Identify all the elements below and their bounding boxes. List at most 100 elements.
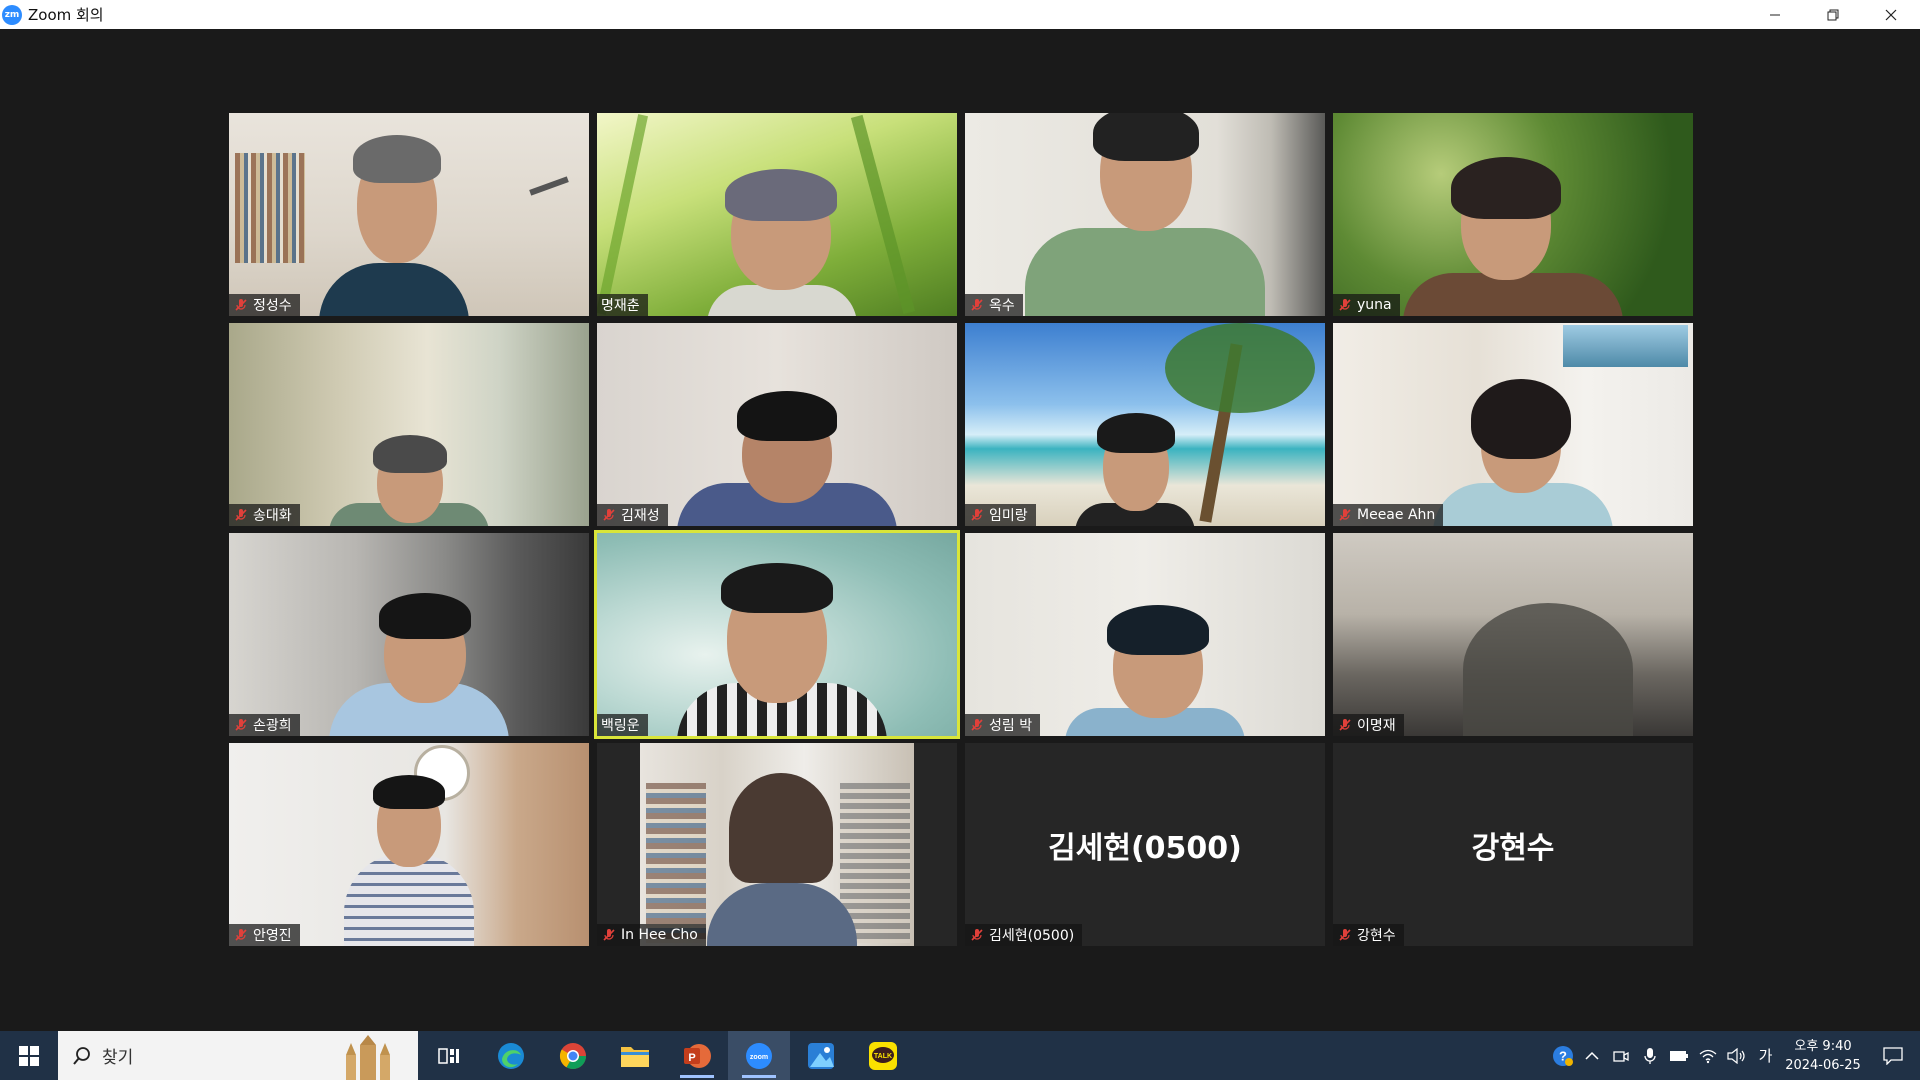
powerpoint-taskbar-button[interactable]: P	[666, 1031, 728, 1080]
camera-icon	[1612, 1050, 1629, 1062]
microphone-tray-button[interactable]	[1635, 1031, 1664, 1080]
participant-tile[interactable]: 손광희	[229, 533, 589, 736]
speaker-icon	[1726, 1047, 1745, 1064]
start-button[interactable]	[0, 1031, 58, 1080]
network-tray-button[interactable]	[1693, 1031, 1722, 1080]
participant-name: 백링운	[601, 718, 640, 734]
participant-tile[interactable]: 이명재	[1333, 533, 1693, 736]
task-view-button[interactable]	[418, 1031, 480, 1080]
windows-icon	[19, 1045, 39, 1066]
participant-name-tag: 옥수	[965, 294, 1023, 316]
participant-name-tag: 임미랑	[965, 504, 1036, 526]
taskbar-clock[interactable]: 오후 9:40 2024-06-25	[1780, 1037, 1866, 1075]
participant-name-tag: In Hee Cho	[597, 924, 706, 946]
kakaotalk-icon: TALK	[869, 1041, 897, 1070]
taskbar-search[interactable]: 찾기	[58, 1031, 418, 1080]
photos-taskbar-button[interactable]	[790, 1031, 852, 1080]
svg-text:P: P	[688, 1052, 695, 1064]
close-icon	[1885, 9, 1897, 20]
microphone-icon	[1643, 1047, 1656, 1064]
wifi-icon	[1699, 1049, 1716, 1063]
participant-name: In Hee Cho	[621, 927, 698, 943]
window-title: Zoom 회의	[28, 6, 104, 24]
participant-name: 성림 박	[989, 718, 1033, 734]
participant-name: 손광희	[253, 718, 292, 734]
participant-name: 김세현(0500)	[989, 928, 1075, 944]
participant-display-name: 강현수	[1471, 830, 1555, 866]
help-icon: ?	[1552, 1045, 1573, 1066]
participant-tile-video-off[interactable]: 강현수 강현수	[1333, 743, 1693, 946]
edge-taskbar-button[interactable]	[480, 1031, 542, 1080]
participant-name-tag: 이명재	[1333, 714, 1404, 736]
participant-tile[interactable]: 정성수	[229, 113, 589, 316]
participant-name-tag: 송대화	[229, 504, 300, 526]
participant-name: 이명재	[1357, 718, 1396, 734]
participant-tile[interactable]: 명재춘	[597, 113, 957, 316]
svg-text:zoom: zoom	[750, 1054, 768, 1061]
participant-name-tag: 명재춘	[597, 294, 648, 316]
participant-display-name: 김세현(0500)	[1048, 830, 1242, 866]
participant-tile[interactable]: yuna	[1333, 113, 1693, 316]
zoom-taskbar-button[interactable]: zoom	[728, 1031, 790, 1080]
zoom-icon: zoom	[746, 1042, 772, 1069]
mic-muted-icon	[1337, 297, 1353, 313]
participant-name-tag: 정성수	[229, 294, 300, 316]
powerpoint-icon: P	[684, 1043, 711, 1068]
mic-muted-icon	[1337, 927, 1353, 943]
notification-icon	[1883, 1046, 1903, 1065]
participant-name-tag: 강현수	[1333, 924, 1404, 946]
chevron-up-icon	[1584, 1051, 1599, 1060]
window-controls	[1746, 0, 1920, 29]
zoom-app-icon: zm	[2, 4, 22, 25]
notification-center-button[interactable]	[1866, 1031, 1920, 1080]
participant-tile[interactable]: 송대화	[229, 323, 589, 526]
participant-name: 정성수	[253, 298, 292, 314]
restore-button[interactable]	[1804, 0, 1862, 29]
participant-name: 명재춘	[601, 298, 640, 314]
participant-tile[interactable]: 김재성	[597, 323, 957, 526]
meet-now-tray-button[interactable]	[1606, 1031, 1635, 1080]
edge-icon	[498, 1042, 524, 1069]
participant-tile[interactable]: 성림 박	[965, 533, 1325, 736]
volume-tray-button[interactable]	[1722, 1031, 1751, 1080]
minimize-button[interactable]	[1746, 0, 1804, 29]
participant-tile[interactable]: 옥수	[965, 113, 1325, 316]
participant-tile-video-off[interactable]: 김세현(0500) 김세현(0500)	[965, 743, 1325, 946]
participant-name: 김재성	[621, 508, 660, 524]
participant-name-tag: 안영진	[229, 924, 300, 946]
chrome-taskbar-button[interactable]	[542, 1031, 604, 1080]
kakaotalk-taskbar-button[interactable]: TALK	[852, 1031, 914, 1080]
title-bar: zm Zoom 회의	[0, 0, 1920, 29]
mic-muted-icon	[233, 297, 249, 313]
show-hidden-icons-button[interactable]	[1577, 1031, 1606, 1080]
close-button[interactable]	[1862, 0, 1920, 29]
participant-tile[interactable]: In Hee Cho	[597, 743, 957, 946]
mic-muted-icon	[969, 927, 985, 943]
mic-muted-icon	[969, 507, 985, 523]
file-explorer-taskbar-button[interactable]	[604, 1031, 666, 1080]
photos-icon	[808, 1042, 834, 1069]
participant-tile[interactable]: 안영진	[229, 743, 589, 946]
minimize-icon	[1770, 14, 1780, 15]
participant-name: 옥수	[989, 298, 1015, 314]
battery-tray-button[interactable]	[1664, 1031, 1693, 1080]
mic-muted-icon	[969, 717, 985, 733]
active-speaker-tile[interactable]: 백링운	[594, 530, 960, 739]
gallery-view: 정성수 명재춘 옥수 yuna 송대화 김재성 임미랑 Meeae Ahn 손광…	[0, 29, 1920, 1031]
mic-muted-icon	[969, 297, 985, 313]
participant-tile[interactable]: Meeae Ahn	[1333, 323, 1693, 526]
participant-tile[interactable]: 임미랑	[965, 323, 1325, 526]
participant-name: Meeae Ahn	[1357, 507, 1436, 523]
input-language-indicator[interactable]: 가	[1751, 1031, 1780, 1080]
mic-muted-icon	[1337, 717, 1353, 733]
battery-icon	[1669, 1050, 1688, 1061]
clock-date: 2024-06-25	[1785, 1057, 1861, 1073]
help-tray-button[interactable]: ?	[1548, 1031, 1577, 1080]
svg-text:TALK: TALK	[874, 1053, 892, 1060]
mic-muted-icon	[1337, 507, 1353, 523]
participant-name-tag: yuna	[1333, 294, 1400, 316]
mic-muted-icon	[601, 927, 617, 943]
taskbar: 찾기 P zoom TALK ? 가 오후 9:40 2024-06-25	[0, 1031, 1920, 1080]
participant-name: 안영진	[253, 928, 292, 944]
participant-name: 송대화	[253, 508, 292, 524]
